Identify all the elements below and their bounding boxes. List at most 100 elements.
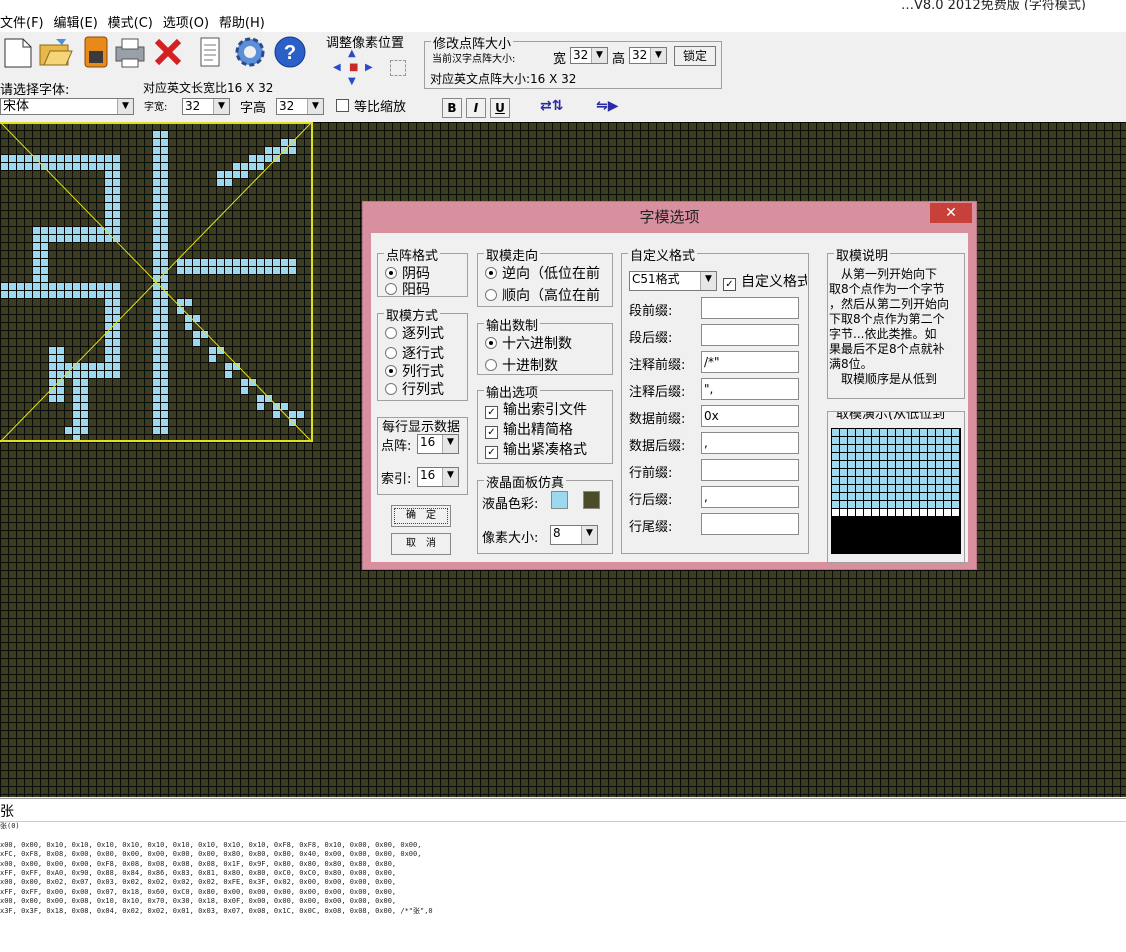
field-input[interactable]: ", [701,378,799,400]
output-text-area[interactable]: 张(0) x00, 0x00, 0x10, 0x10, 0x10, 0x10, 0… [0,822,1126,952]
arrow-right-icon[interactable]: ▶ [365,62,377,74]
arrow-down-icon[interactable]: ▼ [348,76,360,88]
demo-pixel [936,509,943,516]
cancel-button[interactable]: 取 消 [391,533,451,555]
field-input[interactable] [701,324,799,346]
center-icon[interactable]: ■ [349,62,361,74]
lit-pixel [57,291,64,298]
lit-pixel [161,179,168,186]
field-input[interactable] [701,297,799,319]
lit-pixel [57,363,64,370]
menu-help[interactable]: 帮助(H) [219,10,271,31]
ok-button[interactable]: 确 定 [391,505,451,527]
underline-button[interactable]: U [490,98,510,118]
proportional-checkbox[interactable]: 等比缩放 [336,96,406,115]
lit-pixel [17,283,24,290]
radio-row[interactable]: 逐行式 [385,343,444,363]
italic-button[interactable]: I [466,98,486,118]
lit-pixel [97,363,104,370]
lit-pixel [105,363,112,370]
help-icon[interactable]: ? [272,34,308,70]
output-compact-checkbox[interactable]: ✓ 输出紧凑格式 [485,439,609,459]
lit-pixel [41,259,48,266]
char-input[interactable]: 张 [0,798,1126,822]
bold-button[interactable]: B [442,98,462,118]
matrix-per-line-select[interactable]: 16 ▼ [417,434,459,454]
close-button[interactable]: ✕ [930,203,972,223]
format-select[interactable]: C51格式 ▼ [629,271,717,291]
menu-file[interactable]: 文件(F) [0,10,50,31]
lit-pixel [57,395,64,402]
char-height-select[interactable]: 32 ▼ [276,98,324,115]
demo-pixel [840,461,847,468]
radio-indicator [485,359,497,371]
field-input[interactable]: , [701,432,799,454]
lit-pixel [153,299,160,306]
field-input[interactable]: 0x [701,405,799,427]
english-ratio-label: 对应英文长宽比16 X 32 [143,81,274,95]
grid-toggle-icon[interactable] [390,60,406,76]
pixel-size-select[interactable]: 8 ▼ [550,525,598,545]
notes-icon[interactable] [192,34,228,70]
menu-mode[interactable]: 模式(C) [108,10,159,31]
lit-pixel [97,235,104,242]
char-width-select[interactable]: 32 ▼ [182,98,230,115]
demo-pixel [872,485,879,492]
demo-pixel [832,469,839,476]
demo-pixel [840,469,847,476]
demo-pixel [840,429,847,436]
output-simple-checkbox[interactable]: ✓ 输出精简格 [485,419,573,439]
arrow-left-icon[interactable]: ◀ [333,62,345,74]
field-input[interactable] [701,459,799,481]
radio-column-row[interactable]: 列行式 [385,361,444,381]
lit-pixel [73,291,80,298]
font-select[interactable]: 宋体 ▼ [0,98,134,115]
lcd-color-label: 液晶色彩: [482,497,539,512]
menu-options[interactable]: 选项(O) [163,10,215,31]
radio-reverse[interactable]: 逆向（低位在前 [485,263,609,283]
radio-decimal[interactable]: 十进制数 [485,355,558,375]
demo-pixel [896,485,903,492]
field-input[interactable] [701,513,799,535]
lit-pixel [161,139,168,146]
lit-pixel [273,411,280,418]
radio-hex[interactable]: 十六进制数 [485,333,572,353]
lit-pixel [161,171,168,178]
field-input[interactable]: /*" [701,351,799,373]
radio-forward[interactable]: 顺向（高位在前 [485,285,609,305]
new-file-icon[interactable] [0,34,36,70]
lit-pixel [273,259,280,266]
field-label: 数据前缀: [629,412,686,427]
output-index-checkbox[interactable]: ✓ 输出索引文件 [485,399,587,419]
lit-pixel [81,227,88,234]
description-line: 从第一列开始向下 [829,267,938,281]
menu-edit[interactable]: 编辑(E) [53,10,103,31]
width-select[interactable]: 32 ▼ [570,47,608,64]
save-icon[interactable] [78,34,114,70]
demo-pixel [840,453,847,460]
custom-format-checkbox[interactable]: ✓ 自定义格式 [723,271,807,291]
index-per-line-select[interactable]: 16 ▼ [417,467,459,487]
print-icon[interactable] [112,34,148,70]
checkbox-box: ✓ [485,426,498,439]
rotate-icon[interactable]: ⇄⇅ [540,98,580,118]
flip-icon[interactable]: ⇋▶ [596,98,636,118]
field-input[interactable]: , [701,486,799,508]
lit-pixel [153,131,160,138]
lit-pixel [217,267,224,274]
lit-pixel [153,395,160,402]
demo-pixel [888,437,895,444]
open-folder-icon[interactable] [38,34,74,70]
radio-positive[interactable]: 阳码 [385,279,430,299]
height-select[interactable]: 32 ▼ [629,47,667,64]
background-color-swatch[interactable] [583,491,600,509]
svg-text:?: ? [284,42,296,64]
lock-button[interactable]: 锁定 [674,46,716,66]
radio-row-column[interactable]: 行列式 [385,379,444,399]
arrow-up-icon[interactable]: ▲ [348,48,360,60]
radio-column[interactable]: 逐列式 [385,323,444,343]
pixel-color-swatch[interactable] [551,491,568,509]
lit-pixel [97,371,104,378]
gear-icon[interactable] [232,34,268,70]
delete-icon[interactable] [150,34,186,70]
